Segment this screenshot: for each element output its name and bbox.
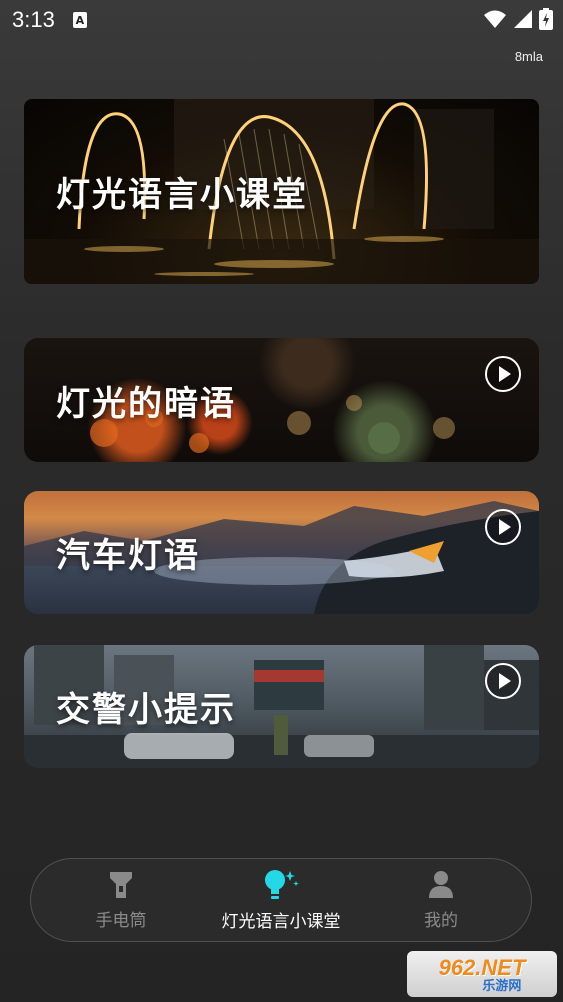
tab-label: 灯光语言小课堂 [221, 911, 341, 932]
card-title: 灯光的暗语 [56, 383, 236, 424]
version-label: 8mla [514, 49, 543, 64]
tab-profile[interactable]: 我的 [366, 870, 516, 931]
card-title: 汽车灯语 [56, 536, 200, 576]
bottom-tab-bar: 手电筒 灯光语言小课堂 我的 [30, 858, 532, 942]
battery-icon [539, 8, 553, 30]
watermark-sub: 乐游网 [482, 977, 522, 993]
status-time: 3:13 [12, 7, 55, 32]
lightbulb-icon [265, 869, 299, 899]
tab-label: 手电筒 [95, 910, 147, 931]
play-button[interactable] [485, 356, 521, 392]
watermark-logo: 962.NET 乐游网 [407, 951, 557, 997]
wifi-icon [484, 10, 506, 28]
tab-light-language[interactable]: 灯光语言小课堂 [206, 869, 356, 932]
play-icon [498, 519, 511, 535]
profile-icon [429, 870, 453, 898]
signal-icon [514, 10, 532, 28]
play-icon [498, 366, 511, 382]
hero-banner: 灯光语言小课堂 [24, 99, 539, 284]
play-icon [498, 673, 511, 689]
card-title: 交警小提示 [56, 690, 236, 730]
tab-flashlight[interactable]: 手电筒 [46, 870, 196, 931]
play-button[interactable] [485, 663, 521, 699]
watermark-text: 962.NET [438, 954, 526, 980]
lesson-card-car-lights[interactable]: 汽车灯语 [24, 491, 539, 614]
tab-label: 我的 [424, 910, 458, 931]
flashlight-icon [110, 871, 132, 898]
hero-title: 灯光语言小课堂 [56, 175, 308, 215]
notification-a-icon: A [72, 12, 87, 28]
lesson-card-light-signals[interactable]: 灯光的暗语 [24, 338, 539, 462]
status-bar: 3:13 A [0, 0, 563, 40]
status-icons [483, 8, 553, 30]
play-button[interactable] [485, 509, 521, 545]
lesson-card-traffic-police[interactable]: 交警小提示 [24, 645, 539, 768]
